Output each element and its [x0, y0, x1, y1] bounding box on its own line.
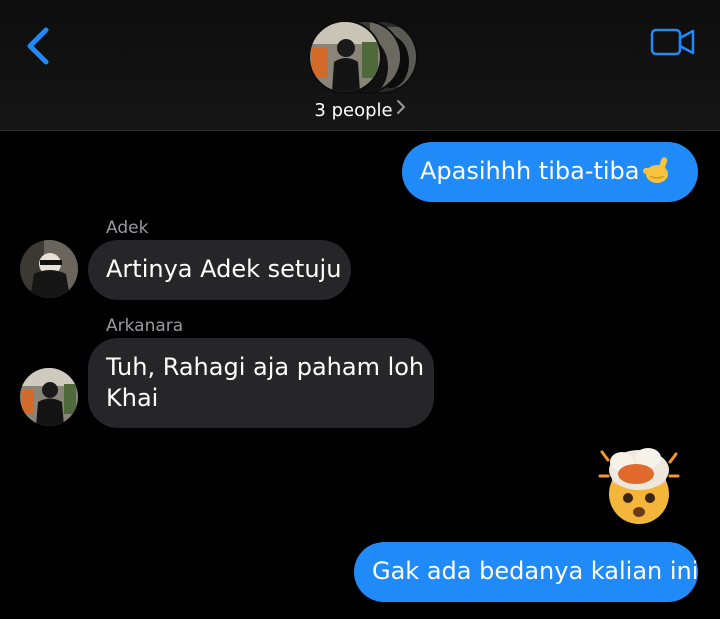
message-text: Gak ada bedanya kalian ini: [372, 557, 699, 585]
chevron-left-icon: [27, 27, 49, 65]
sender-name: Adek: [106, 218, 149, 238]
message-text: Apasihhh tiba-tiba: [420, 157, 640, 185]
chevron-right-icon: [396, 99, 406, 120]
message-text-line: Khai: [106, 384, 159, 412]
avatar[interactable]: [20, 240, 78, 298]
message-text: Artinya Adek setuju: [106, 255, 342, 283]
message-text-line: Tuh, Rahagi aja paham loh: [106, 353, 425, 381]
people-count-link[interactable]: 3 people: [300, 100, 420, 121]
exploding-head-emoji[interactable]: [598, 446, 680, 526]
conversation-header: 3 people: [0, 0, 720, 131]
people-count-label: 3 people: [314, 100, 393, 121]
group-avatar-1: [308, 20, 382, 94]
video-call-button[interactable]: [650, 26, 696, 58]
group-avatars[interactable]: [308, 20, 418, 94]
sender-name: Arkanara: [106, 316, 184, 336]
incoming-message[interactable]: Artinya Adek setuju: [88, 240, 351, 300]
outgoing-message[interactable]: Gak ada bedanya kalian ini: [354, 542, 698, 602]
outgoing-message[interactable]: Apasihhh tiba-tiba: [402, 142, 698, 202]
avatar[interactable]: [20, 368, 78, 426]
back-button[interactable]: [18, 24, 58, 68]
call-me-hand-emoji: [643, 157, 668, 183]
video-camera-icon: [650, 28, 695, 56]
incoming-message[interactable]: Tuh, Rahagi aja paham loh Khai: [88, 338, 434, 428]
